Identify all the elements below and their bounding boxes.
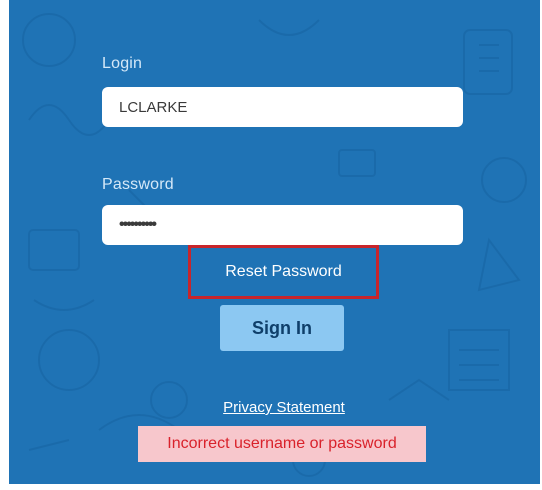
- screenshot-frame: Login LCLARKE Password •••••••••• Reset …: [0, 0, 542, 490]
- login-input[interactable]: LCLARKE: [102, 87, 463, 127]
- login-label: Login: [102, 55, 143, 72]
- error-message: Incorrect username or password: [138, 426, 426, 462]
- password-masked-value: ••••••••••: [119, 216, 157, 233]
- sign-in-button[interactable]: Sign In: [220, 305, 344, 351]
- password-input[interactable]: ••••••••••: [102, 205, 463, 245]
- privacy-statement-link[interactable]: Privacy Statement: [209, 399, 359, 416]
- password-label: Password: [102, 176, 174, 193]
- login-panel: Login LCLARKE Password •••••••••• Reset …: [9, 0, 540, 484]
- reset-password-link[interactable]: Reset Password: [188, 245, 379, 299]
- login-value: LCLARKE: [119, 98, 188, 116]
